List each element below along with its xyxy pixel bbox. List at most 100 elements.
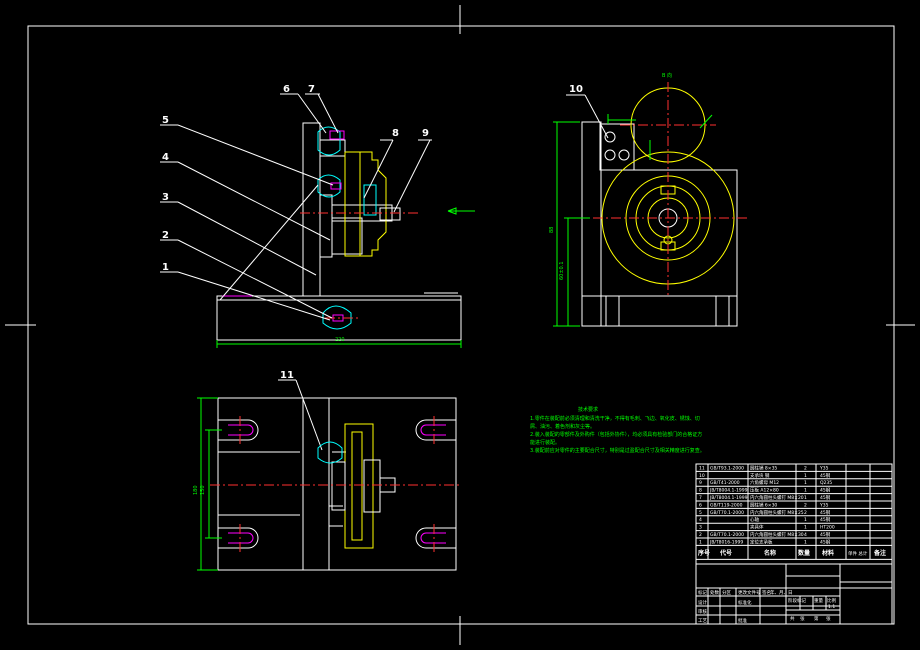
bom-cell-name: 六角螺母 M12 — [750, 479, 779, 486]
bom-cell-name: 支承块 钢 — [750, 472, 770, 479]
bom-cell-material: 45钢 — [820, 509, 831, 516]
tb-label: 比例 — [827, 597, 836, 604]
bom-cell-material: 45钢 — [820, 516, 831, 523]
sheet-border — [5, 5, 915, 645]
callout-11: 11 — [280, 370, 294, 381]
bom-cell-name: 内六角圆柱头螺钉 M8×25 — [750, 509, 804, 516]
tb-label: 阶段标记 — [788, 597, 806, 604]
bom-cell-code: GB/T93.1-2000 — [710, 465, 744, 471]
bom-cell-material: Y35 — [819, 465, 829, 471]
bom-cell-material: 45钢 — [820, 472, 831, 479]
tb-label: 分区 — [722, 589, 731, 596]
bom-cell-name: 圆柱销 8×35 — [750, 464, 777, 471]
tb-label: 批准 — [738, 617, 747, 624]
bom-cell-qty: 2 — [804, 510, 807, 516]
tb-label: 张 — [826, 615, 831, 622]
tech-note-line: 2.装入装配的零部件及外购件（包括外协件），均必须具有检验部门的合格证方 — [530, 431, 702, 438]
bom-cell-material: HT200 — [820, 525, 835, 531]
bom-cell-material: 45钢 — [820, 487, 831, 494]
tech-note-line: 3.装配前应对零件的主要配合尺寸，特别是过盈配合尺寸及相关精度进行复查。 — [530, 447, 705, 454]
tech-note-line: 屑、油污、着色剂和灰尘等。 — [530, 423, 595, 430]
bom-cell-qty: 1 — [804, 480, 807, 486]
bom-cell-name: 心轴 — [750, 516, 759, 523]
bom-header-no: 序号 — [697, 549, 710, 557]
bom-cell-no: 4 — [699, 517, 702, 523]
bom-cell-qty: 1 — [804, 517, 807, 523]
bom-cell-code: JB/T8004.1-1999 — [709, 488, 748, 494]
bom-header-material: 材料 — [821, 549, 834, 557]
bom-cell-code: JB/T8016-1999 — [709, 539, 743, 545]
tb-label: 标准化 — [738, 599, 752, 606]
leader-lines — [160, 93, 609, 451]
tech-notes-title: 技术要求 — [578, 406, 598, 413]
bom-cell-name: 定位支承板 — [750, 538, 773, 545]
callout-6: 6 — [283, 84, 290, 95]
tb-label: 张 — [800, 615, 805, 622]
tb-label: 第 — [814, 615, 819, 622]
bom-cell-no: 8 — [699, 488, 702, 494]
bom-cell-no: 11 — [699, 465, 705, 471]
tb-scale: 1:1 — [828, 604, 835, 610]
bom-cell-code: GB/T119-2000 — [710, 502, 743, 508]
callout-7: 7 — [308, 84, 315, 95]
bom-cell-name: 圆柱销 6×30 — [750, 501, 777, 508]
tb-label: 重量 — [814, 597, 823, 604]
bom-cell-qty: 1 — [804, 539, 807, 545]
tb-label: 设计 — [698, 599, 707, 606]
tb-label: 标记 — [698, 589, 707, 596]
dim-side-h1: 88 — [549, 227, 555, 233]
callout-3: 3 — [162, 192, 169, 203]
bom-cell-no: 7 — [699, 495, 702, 501]
bom-cell-qty: 1 — [804, 473, 807, 479]
cad-drawing-canvas: 220 1 2 3 4 5 6 7 8 9 10 11 B 向 88 60±0.… — [5, 5, 915, 645]
bom-cell-no: 3 — [699, 525, 702, 531]
callout-4: 4 — [162, 152, 169, 163]
top-view: 180 150 — [193, 397, 460, 571]
tech-note-line: 能进行装配。 — [530, 439, 560, 446]
bom-header-qty: 数量 — [798, 549, 810, 557]
technical-notes: 技术要求 1.零件在装配前必须清理和清洗干净，不得有毛刺、飞边、氧化皮、锈蚀、切… — [530, 406, 705, 454]
bom-cell-material: 45钢 — [820, 531, 831, 538]
bom-cell-qty: 1 — [804, 495, 807, 501]
bom-header-name: 名称 — [764, 549, 776, 557]
bom-cell-no: 1 — [699, 539, 702, 545]
bom-cell-qty: 2 — [804, 465, 807, 471]
title-block: 标记 处数 分区 更改文件号 签名 年、月、日 设计 标准化 审核 工艺 批准 … — [696, 563, 892, 624]
bom-cell-name: 内六角圆柱头螺钉 M8×30 — [750, 531, 804, 538]
tb-label: 审核 — [698, 608, 707, 615]
bom-header-code: 代号 — [719, 549, 732, 557]
bom-cell-code: GB/T70.1-2000 — [710, 532, 744, 538]
dim-side-h2: 60±0.1 — [559, 261, 565, 280]
tech-note-line: 1.零件在装配前必须清理和清洗干净，不得有毛刺、飞边、氧化皮、锈蚀、切 — [530, 415, 700, 422]
bom-cell-qty: 4 — [804, 532, 807, 538]
bom-cell-material: 45钢 — [820, 494, 831, 501]
bom-cell-material: 45钢 — [820, 538, 831, 545]
dim-top-h2: 150 — [200, 485, 206, 495]
bom-cell-no: 2 — [699, 532, 702, 538]
bom-cell-code: JB/T8004.1-1999 — [709, 495, 748, 501]
dim-top-h1: 180 — [193, 485, 199, 495]
callout-10: 10 — [569, 84, 583, 95]
side-view: B 向 88 60±0.1 — [549, 72, 748, 327]
front-view: 220 — [216, 122, 475, 348]
bom-cell-no: 6 — [699, 502, 702, 508]
bom-cell-qty: 1 — [804, 488, 807, 494]
tb-label: 共 — [790, 615, 795, 622]
bom-cell-material: Q235 — [820, 480, 832, 486]
dim-front-width: 220 — [335, 337, 345, 343]
callout-8: 8 — [392, 128, 399, 139]
bom-cell-no: 5 — [699, 510, 702, 516]
tb-label: 工艺 — [698, 618, 707, 624]
bom-cell-name: 压板 A12×80 — [750, 487, 779, 494]
callout-9: 9 — [422, 128, 429, 139]
bom-cell-code: GB/T70.1-2000 — [710, 510, 744, 516]
bom-header-note: 备注 — [873, 549, 886, 557]
bom-header-weight: 单件 总计 — [848, 550, 868, 557]
bom-cell-no: 9 — [699, 480, 702, 486]
bom-cell-no: 10 — [699, 473, 705, 479]
bom-cell-qty: 1 — [804, 525, 807, 531]
bom-cell-qty: 2 — [804, 502, 807, 508]
bom-cell-name: 内六角圆柱头螺钉 M8×20 — [750, 494, 804, 501]
tb-label: 年、月、日 — [770, 589, 793, 596]
bom-cell-material: Y35 — [819, 502, 829, 508]
